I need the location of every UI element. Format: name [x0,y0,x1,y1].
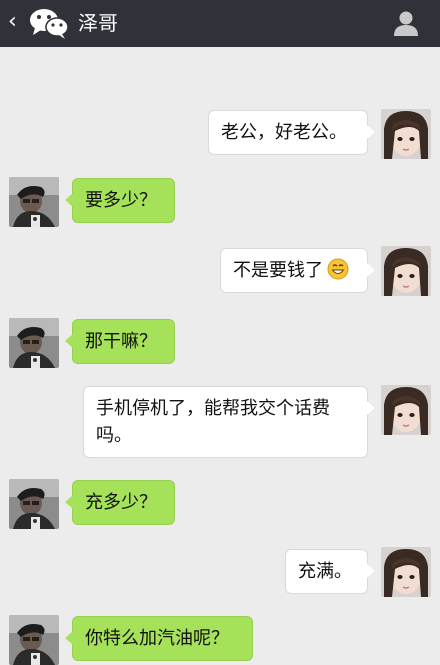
message-text: 充多少？ [85,492,157,513]
message-text: 你特么加汽油呢？ [85,628,229,649]
message-text: 要多少？ [85,190,157,211]
person-icon[interactable] [392,9,420,37]
avatar-self[interactable] [381,385,431,435]
avatar-contact[interactable] [9,318,59,368]
message-bubble-sent[interactable]: 手机停机了，能帮我交个话费吗。 [83,386,375,458]
avatar-self[interactable] [381,109,431,159]
back-button[interactable]: ‹ [8,8,17,36]
top-bar: ‹ 泽哥 [0,0,440,47]
message-bubble-sent[interactable]: 充满。 [285,549,375,594]
avatar-contact[interactable] [9,479,59,529]
message-text: 充满。 [298,561,352,582]
message-text: 手机停机了，能帮我交个话费吗。 [96,398,330,446]
message-bubble-received[interactable]: 要多少？ [65,178,175,223]
grinning-face-emoji [327,258,349,280]
message-bubble-sent[interactable]: 不是要钱了 [220,248,375,293]
message-text: 不是要钱了 [233,260,323,281]
wechat-logo-icon [30,9,69,39]
avatar-self[interactable] [381,547,431,597]
message-bubble-received[interactable]: 那干嘛？ [65,319,175,364]
message-bubble-received[interactable]: 充多少？ [65,480,175,525]
chat-area: 老公，好老公。 要多少？ 不是要钱了 那干嘛？ 手机停机了，能帮我交个话费吗。 [0,47,440,665]
message-text: 那干嘛？ [85,331,157,352]
message-bubble-sent[interactable]: 老公，好老公。 [208,110,375,155]
chat-title: 泽哥 [78,11,118,35]
avatar-self[interactable] [381,246,431,296]
message-bubble-received[interactable]: 你特么加汽油呢？ [65,616,253,661]
avatar-contact[interactable] [9,177,59,227]
message-text: 老公，好老公。 [221,122,347,143]
avatar-contact[interactable] [9,615,59,665]
